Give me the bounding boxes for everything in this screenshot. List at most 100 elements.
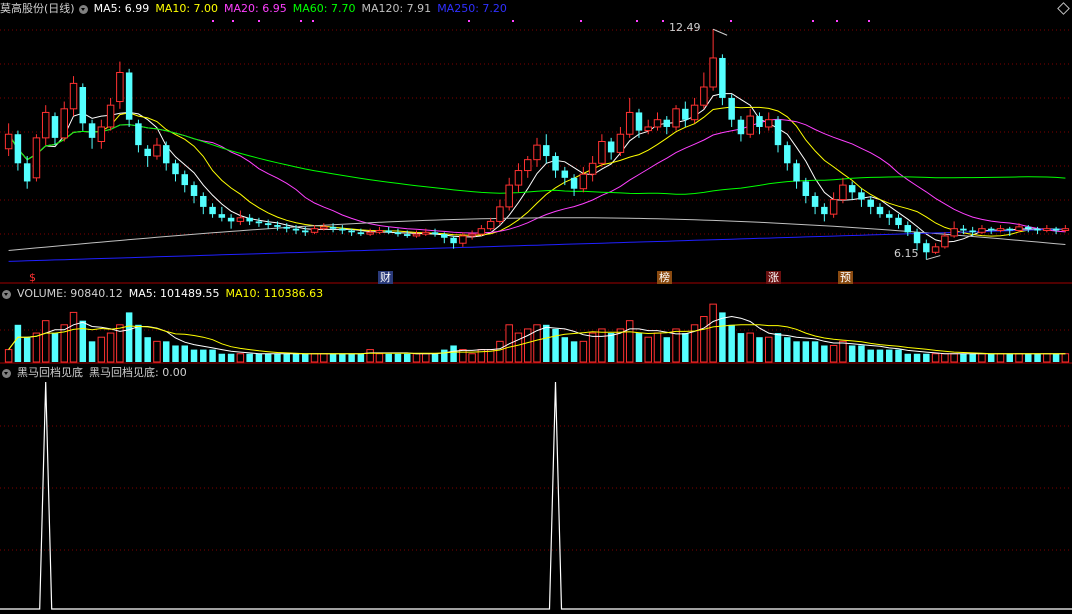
candle-body-down bbox=[960, 228, 967, 231]
volume-bar-down bbox=[88, 341, 96, 362]
event-marker-list[interactable]: 榜 bbox=[657, 271, 672, 284]
volume-bar-down bbox=[1034, 353, 1041, 362]
volume-bar-down bbox=[51, 333, 59, 362]
volume-bar-down bbox=[385, 353, 392, 362]
candle-body-up bbox=[1061, 228, 1070, 231]
volume-bar-down bbox=[1025, 353, 1032, 362]
volume-bar-up bbox=[366, 349, 374, 363]
candle-body-up bbox=[523, 159, 532, 172]
volume-bar-down bbox=[246, 353, 253, 362]
volume-bar-down bbox=[283, 353, 290, 362]
volume-bar-down bbox=[635, 333, 643, 362]
candle-body-down bbox=[51, 116, 59, 138]
candle-body-up bbox=[412, 233, 421, 237]
candle-body-up bbox=[97, 126, 106, 142]
dropdown-icon[interactable] bbox=[2, 368, 11, 378]
volume-bar-down bbox=[904, 353, 912, 362]
candle-body-down bbox=[811, 195, 819, 207]
volume-bar-down bbox=[394, 353, 402, 362]
volume-bar-up bbox=[709, 303, 717, 363]
candle-body-down bbox=[246, 217, 253, 222]
candle-body-down bbox=[756, 116, 763, 127]
event-marker-limit-up[interactable]: 涨 bbox=[766, 271, 781, 284]
ma60-label: MA60: 7.70 bbox=[292, 2, 356, 15]
candle-body-down bbox=[682, 108, 689, 120]
volume-bar-up bbox=[97, 336, 106, 363]
volume-bar-up bbox=[829, 344, 838, 363]
volume-bar-down bbox=[1052, 353, 1060, 362]
candle-body-down bbox=[719, 57, 726, 98]
candle-body-down bbox=[274, 225, 281, 227]
volume-bar-down bbox=[913, 353, 921, 362]
volume-bar-down bbox=[858, 345, 865, 362]
dropdown-icon[interactable] bbox=[2, 289, 11, 299]
high-price-label: 12.49 bbox=[669, 21, 701, 34]
candle-body-down bbox=[255, 221, 263, 224]
candle-body-down bbox=[923, 243, 930, 253]
candle-body-up bbox=[625, 111, 634, 135]
volume-bar-down bbox=[1006, 353, 1013, 362]
volume-bar-down bbox=[867, 349, 874, 362]
volume-bar-down bbox=[607, 333, 615, 362]
candle-body-up bbox=[839, 184, 847, 201]
volume-bar-up bbox=[412, 353, 421, 363]
candle-body-down bbox=[858, 192, 865, 200]
candle-body-up bbox=[366, 231, 374, 235]
candle-body-up bbox=[32, 137, 41, 179]
candle-body-up bbox=[477, 228, 486, 235]
candle-body-down bbox=[441, 234, 448, 238]
kline-chart[interactable] bbox=[0, 0, 1072, 284]
indicator-value: 黑马回档见底: 0.00 bbox=[89, 366, 187, 379]
candle-body-down bbox=[264, 223, 272, 226]
volume-bar-down bbox=[441, 349, 448, 362]
volume-bar-down bbox=[302, 353, 309, 362]
volume-bar-down bbox=[255, 353, 263, 362]
low-price-label: 6.15 bbox=[894, 247, 919, 260]
volume-bar-down bbox=[181, 345, 189, 362]
signal-dot bbox=[232, 20, 234, 22]
candle-body-down bbox=[88, 123, 96, 138]
candle-body-down bbox=[283, 226, 290, 229]
candle-body-down bbox=[913, 232, 921, 244]
candle-body-up bbox=[41, 111, 50, 139]
indicator-panel[interactable]: 黑马回档见底 黑马回档见底: 0.00 bbox=[0, 364, 1072, 614]
volume-bar-down bbox=[784, 337, 791, 362]
signal-dot bbox=[636, 20, 638, 22]
signal-dot bbox=[812, 20, 814, 22]
candle-body-down bbox=[904, 225, 912, 233]
volume-bar-down bbox=[450, 345, 457, 362]
event-marker-finance[interactable]: 财 bbox=[378, 271, 393, 284]
candle-body-up bbox=[616, 133, 625, 153]
signal-dot bbox=[836, 20, 838, 22]
volume-ma10-label: MA10: 110386.63 bbox=[225, 287, 324, 300]
candle-body-up bbox=[996, 228, 1005, 231]
dropdown-icon[interactable] bbox=[78, 4, 88, 14]
candle-body-up bbox=[764, 119, 773, 128]
candle-body-up bbox=[310, 228, 319, 233]
indicator-header: 黑马回档见底 黑马回档见底: 0.00 bbox=[0, 366, 193, 380]
volume-bar-down bbox=[190, 349, 198, 362]
volume-bar-down bbox=[682, 333, 689, 362]
volume-bar-down bbox=[756, 337, 763, 362]
volume-bar-down bbox=[357, 353, 365, 362]
volume-bar-down bbox=[431, 353, 439, 362]
candle-body-down bbox=[181, 174, 189, 186]
signal-dot bbox=[730, 20, 732, 22]
candle-body-down bbox=[172, 163, 179, 175]
volume-panel[interactable]: VOLUME: 90840.12 MA5: 101489.55 MA10: 1103… bbox=[0, 284, 1072, 364]
indicator-chart[interactable] bbox=[0, 364, 1072, 614]
candle-body-up bbox=[1043, 228, 1051, 231]
candle-body-down bbox=[635, 112, 643, 131]
volume-bar-down bbox=[543, 324, 550, 362]
candle-body-up bbox=[941, 235, 949, 248]
event-marker-forecast[interactable]: 预 bbox=[838, 271, 853, 284]
volume-bar-down bbox=[135, 324, 142, 362]
volume-bar-up bbox=[1043, 353, 1051, 363]
event-marker-dollar[interactable]: $ bbox=[27, 271, 38, 284]
volume-bar-down bbox=[23, 337, 31, 362]
kline-panel[interactable]: 莫高股份(日线) MA5: 6.99 MA10: 7.00 MA20: 6.95 MA6… bbox=[0, 0, 1072, 284]
volume-bar-down bbox=[876, 349, 884, 362]
volume-bar-down bbox=[144, 337, 151, 362]
candle-body-down bbox=[1025, 226, 1032, 229]
candle-body-down bbox=[552, 156, 559, 171]
